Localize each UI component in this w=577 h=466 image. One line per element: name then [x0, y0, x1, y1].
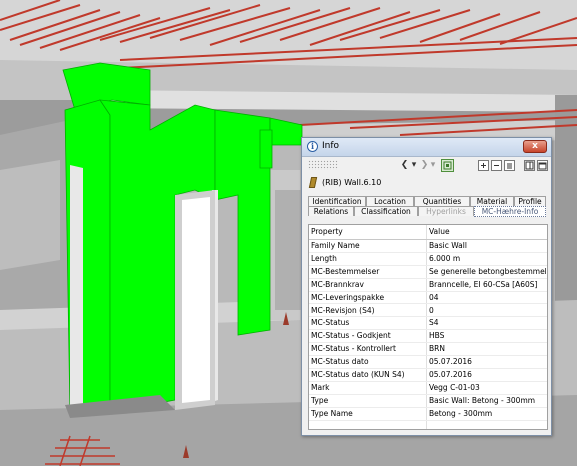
- property-value-cell: Vegg C-01-03: [429, 382, 480, 392]
- property-name-cell: MC-Leveringspakke: [311, 292, 385, 302]
- tab-location[interactable]: Location: [366, 196, 414, 206]
- property-value-cell: 0: [429, 305, 434, 315]
- title-bar[interactable]: i Info x: [302, 138, 551, 157]
- close-button[interactable]: x: [523, 140, 547, 153]
- refresh-icon[interactable]: [441, 159, 454, 172]
- property-name-cell: Length: [311, 253, 337, 263]
- toolbar: ❮ ▾ ❯ ▾: [302, 157, 551, 174]
- float-icon[interactable]: [537, 160, 548, 171]
- property-value-cell: Betong - 300mm: [429, 408, 493, 418]
- tab-strip: Identification Location Quantities Mater…: [308, 196, 546, 218]
- property-name-cell: Family Name: [311, 241, 360, 250]
- table-row[interactable]: MC-Status dato (KUN S4) 05.07.2016: [309, 369, 547, 382]
- property-name-cell: MC-Status dato (KUN S4): [311, 370, 405, 379]
- list-view-icon[interactable]: [504, 160, 515, 171]
- property-name-cell: MC-Status - Kontrollert: [311, 344, 396, 354]
- expand-all-icon[interactable]: [478, 160, 489, 171]
- property-name-cell: MC-Status: [311, 318, 350, 328]
- table-row[interactable]: MC-Status S4: [309, 317, 547, 331]
- tab-quantities[interactable]: Quantities: [414, 196, 470, 206]
- tab-mc-haehre-info[interactable]: MC-Hæhre-Info: [474, 206, 546, 217]
- property-value-cell: S4: [429, 318, 439, 328]
- chevron-down-icon[interactable]: ▾: [429, 159, 437, 172]
- tab-relations[interactable]: Relations: [308, 206, 354, 216]
- table-row[interactable]: Type Basic Wall: Betong - 300mm: [309, 395, 547, 408]
- property-value-cell: HBS: [429, 331, 445, 341]
- info-window[interactable]: i Info x ❮ ▾ ❯ ▾ (RIB) Wall.6.10 Identif…: [301, 137, 552, 436]
- property-value-cell: Branncelle, EI 60-CSa [A60S]: [429, 279, 538, 289]
- property-name-cell: Type: [311, 395, 329, 405]
- tab-hyperlinks: Hyperlinks: [418, 206, 474, 216]
- property-value-cell: 05.07.2016: [429, 370, 472, 379]
- wall-icon: [308, 177, 318, 188]
- tab-identification[interactable]: Identification: [308, 196, 366, 206]
- table-row[interactable]: MC-Status dato 05.07.2016: [309, 356, 547, 369]
- property-name-cell: MC-Status dato: [311, 357, 369, 367]
- header-property[interactable]: Property: [311, 226, 425, 239]
- property-name-cell: Mark: [311, 382, 330, 392]
- property-value-cell: 04: [429, 292, 439, 302]
- grid-header: Property Value: [309, 225, 547, 240]
- property-value-cell: BRN: [429, 344, 445, 354]
- property-name-cell: MC-Status - Godkjent: [311, 331, 391, 341]
- window-title: Info: [322, 141, 340, 151]
- property-name-cell: MC-Brannkrav: [311, 279, 364, 289]
- table-row[interactable]: MC-Status - Godkjent HBS: [309, 330, 547, 344]
- property-name-cell: Type Name: [311, 408, 353, 418]
- table-row[interactable]: Mark Vegg C-01-03: [309, 382, 547, 395]
- property-grid[interactable]: Property Value Family Name Basic Wall Leng…: [308, 224, 548, 430]
- table-row[interactable]: MC-Status - Kontrollert BRN: [309, 343, 547, 357]
- property-value-cell: 6.000 m: [429, 253, 461, 263]
- dock-icon[interactable]: [524, 160, 535, 171]
- table-row[interactable]: Type Name Betong - 300mm: [309, 408, 547, 421]
- header-value[interactable]: Value: [429, 226, 547, 239]
- table-row[interactable]: MC-Leveringspakke 04: [309, 292, 547, 305]
- table-row[interactable]: MC-Brannkrav Branncelle, EI 60-CSa [A60S]: [309, 279, 547, 292]
- property-value-cell: Basic Wall: [429, 241, 467, 250]
- element-label: (RIB) Wall.6.10: [322, 178, 382, 187]
- collapse-all-icon[interactable]: [491, 160, 502, 171]
- tab-profile[interactable]: Profile: [514, 196, 546, 206]
- table-row[interactable]: MC-Bestemmelser Se generelle betongbestem…: [309, 266, 547, 279]
- info-icon: i: [307, 141, 318, 152]
- property-name-cell: MC-Revisjon (S4): [311, 305, 375, 315]
- tab-classification[interactable]: Classification: [354, 206, 418, 216]
- property-value-cell: Basic Wall: Betong - 300mm: [429, 395, 536, 405]
- back-arrow-icon[interactable]: ❮: [400, 159, 409, 172]
- table-row[interactable]: Length 6.000 m: [309, 253, 547, 266]
- table-row[interactable]: Family Name Basic Wall: [309, 240, 547, 253]
- chevron-down-icon[interactable]: ▾: [410, 159, 418, 172]
- property-name-cell: MC-Bestemmelser: [311, 266, 380, 276]
- property-value-cell: Se generelle betongbestemmelser: [429, 266, 547, 276]
- table-row[interactable]: MC-Revisjon (S4) 0: [309, 305, 547, 318]
- toolbar-grip[interactable]: [308, 160, 338, 170]
- forward-arrow-icon[interactable]: ❯: [420, 159, 429, 172]
- property-value-cell: 05.07.2016: [429, 357, 472, 367]
- tab-material[interactable]: Material: [470, 196, 514, 206]
